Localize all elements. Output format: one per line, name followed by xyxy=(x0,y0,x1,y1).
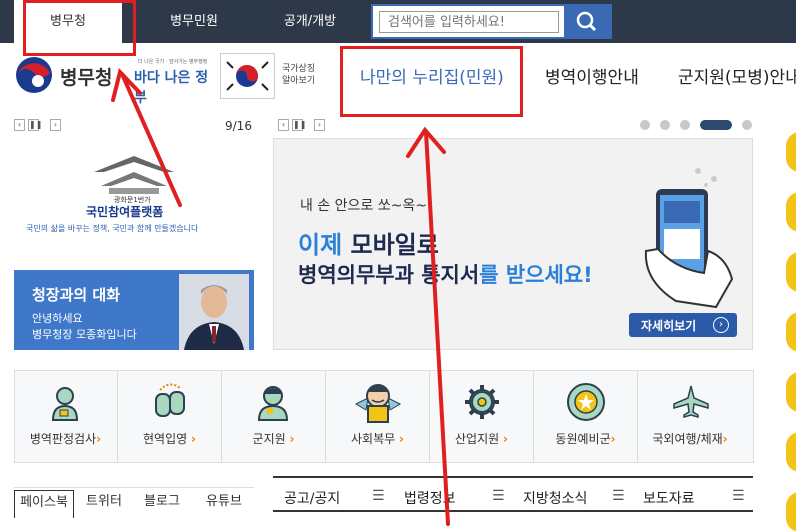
sns-tab-youtube[interactable]: 유튜브 xyxy=(194,490,254,518)
prev-icon[interactable]: ‹ xyxy=(14,119,25,131)
dogtag-icon xyxy=(155,383,185,417)
banner-line3-blue: 를 받으세요! xyxy=(479,263,593,287)
notice-tab-press-releases[interactable]: 보도자료 xyxy=(643,488,695,508)
sns-tab-facebook[interactable]: 페이스북 xyxy=(14,490,74,518)
quick-item-industrial-support[interactable]: 산업지원 › xyxy=(430,370,534,463)
emblem-icon xyxy=(567,383,605,421)
menu-icon-announcements[interactable]: ☰ xyxy=(372,488,385,504)
logo-slogan-sub: 더 나은 국가 · 앞서가는 병무행정 xyxy=(138,59,208,65)
platform-title: 국민참여플랫폼 xyxy=(86,205,164,219)
search-button[interactable] xyxy=(564,6,610,37)
platform-description: 국민의 삶을 바꾸는 정책, 국민과 함께 만들겠습니다 xyxy=(26,224,199,233)
national-symbol-line2: 알아보기 xyxy=(282,76,316,86)
pause-icon[interactable]: ❚❚ xyxy=(28,119,42,131)
sns-tab-twitter[interactable]: 트위터 xyxy=(78,490,130,518)
next-icon[interactable]: › xyxy=(50,119,61,131)
main-pause-icon[interactable]: ❚❚ xyxy=(292,119,306,131)
search-input[interactable] xyxy=(379,11,559,33)
menu-icon-press-releases[interactable]: ☰ xyxy=(732,488,745,504)
more-details-button[interactable]: 자세히보기 › xyxy=(629,313,737,337)
menu-icon-regional-news[interactable]: ☰ xyxy=(612,488,625,504)
banner-line2: 이제 모바일로 xyxy=(298,225,439,260)
slide-dot-1[interactable] xyxy=(640,120,650,130)
quick-item-overseas-travel[interactable]: 국외여행/체재› xyxy=(638,370,742,463)
quick-label-overseas-travel: 국외여행/체재› xyxy=(652,432,728,446)
commissioner-banner[interactable]: 청장과의 대화 안녕하세요 병무청장 모종화입니다 xyxy=(14,270,254,350)
slide-dot-2[interactable] xyxy=(660,120,670,130)
side-quick-button-1[interactable] xyxy=(786,132,796,172)
sns-divider xyxy=(14,487,254,488)
slide-dot-3[interactable] xyxy=(680,120,690,130)
person-icon xyxy=(51,387,79,421)
more-details-label: 자세히보기 xyxy=(641,319,697,333)
taeguk-logo-icon xyxy=(16,57,52,93)
banner-line2-dark: 모바일로 xyxy=(350,231,439,259)
side-quick-button-3[interactable] xyxy=(786,252,796,292)
quick-label-reserve-forces: 동원예비군› xyxy=(555,432,616,446)
main-prev-icon[interactable]: ‹ xyxy=(278,119,289,131)
gnb-recruitment[interactable]: 군지원(모병)안내 xyxy=(678,63,796,88)
main-next-icon[interactable]: › xyxy=(314,119,325,131)
quick-label-social-service: 사회복무 › xyxy=(351,432,404,446)
top-tab-civil-service[interactable]: 병무민원 xyxy=(140,0,248,43)
search-box xyxy=(371,4,612,39)
side-quick-button-2[interactable] xyxy=(786,192,796,232)
quick-label-industrial-support: 산업지원 › xyxy=(455,432,508,446)
annotation-box-mma-tab xyxy=(23,0,136,56)
logo-slogan: 바다 나은 정부 xyxy=(134,70,209,106)
soldier-icon xyxy=(257,386,289,421)
banner-line1: 내 손 안으로 쏘~옥~ xyxy=(300,198,427,214)
side-quick-button-4[interactable] xyxy=(786,312,796,352)
commissioner-portrait xyxy=(179,274,249,350)
national-flag-icon xyxy=(220,53,275,99)
search-icon xyxy=(576,11,597,32)
quick-label-active-duty: 현역입영 › xyxy=(143,432,196,446)
commissioner-title: 청장과의 대화 xyxy=(32,286,121,304)
banner-line2-blue: 이제 xyxy=(298,231,351,259)
slide-dot-5[interactable] xyxy=(742,120,752,130)
side-quick-button-5[interactable] xyxy=(786,372,796,412)
quick-item-reserve-forces[interactable]: 동원예비군› xyxy=(534,370,638,463)
logo-title: 병무청 xyxy=(60,67,113,89)
notice-underline xyxy=(273,510,753,512)
annotation-box-my-homepage xyxy=(340,46,523,117)
commissioner-line2: 병무청장 모종화입니다 xyxy=(32,328,137,341)
notice-tab-regional-news[interactable]: 지방청소식 xyxy=(523,488,587,508)
quick-label-enlistment: 군지원 › xyxy=(252,432,295,446)
quick-item-active-duty[interactable]: 현역입영 › xyxy=(118,370,222,463)
banner-counter: 9/16 xyxy=(225,119,252,133)
side-quick-button-7[interactable] xyxy=(786,492,796,532)
side-quick-button-6[interactable] xyxy=(786,432,796,472)
quick-item-enlistment[interactable]: 군지원 › xyxy=(222,370,326,463)
national-symbol-link[interactable]: 국가상징 알아보기 xyxy=(220,53,316,99)
quick-label-physical-exam: 병역판정검사› xyxy=(29,432,102,446)
quick-item-social-service[interactable]: 사회복무 › xyxy=(326,370,430,463)
participation-banner[interactable]: 광화문1번가 국민참여플랫폼 국민의 삶을 바꾸는 정책, 국민과 함께 만들겠… xyxy=(14,145,254,245)
arrow-right-circle-icon: › xyxy=(713,317,729,333)
sns-tab-blog[interactable]: 블로그 xyxy=(134,490,190,518)
banner-line3-dark: 병역의무부과 통지서 xyxy=(298,263,480,287)
notice-tab-announcements[interactable]: 공고/공지 xyxy=(284,488,340,508)
slide-dot-active[interactable] xyxy=(700,120,732,130)
airplane-icon xyxy=(673,385,709,418)
gear-icon xyxy=(465,385,499,419)
site-logo[interactable]: 병무청 더 나은 국가 · 앞서가는 병무행정 바다 나은 정부 xyxy=(14,55,214,106)
main-banner[interactable]: 내 손 안으로 쏘~옥~ 이제 모바일로 병역의무부과 통지서를 받으세요! 자… xyxy=(273,138,753,350)
gnb-military-service-guide[interactable]: 병역이행안내 xyxy=(545,63,639,88)
phone-hand-illustration xyxy=(644,168,734,309)
notice-tab-laws[interactable]: 법령정보 xyxy=(404,488,456,508)
banner-line3: 병역의무부과 통지서를 받으세요! xyxy=(298,259,593,289)
mascot-icon xyxy=(354,384,402,423)
menu-icon-laws[interactable]: ☰ xyxy=(492,488,505,504)
quick-item-physical-exam[interactable]: 병역판정검사› xyxy=(14,370,118,463)
commissioner-line1: 안녕하세요 xyxy=(32,312,83,325)
top-tab-open-data[interactable]: 공개/개방 xyxy=(256,0,364,43)
